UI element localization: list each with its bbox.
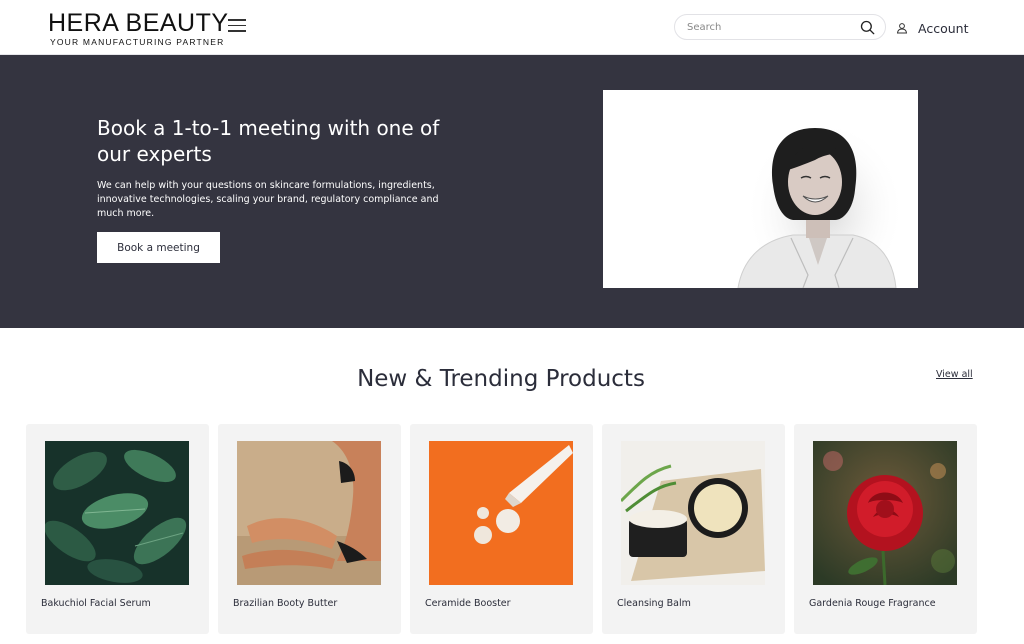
section-title: New & Trending Products [357, 366, 645, 392]
hero-title: Book a 1-to-1 meeting with one of our ex… [97, 116, 440, 166]
product-name[interactable]: Bakuchiol Facial Serum [41, 598, 151, 609]
product-image-beach[interactable] [237, 441, 381, 585]
product-card[interactable]: Ceramide Booster [410, 424, 593, 634]
product-name[interactable]: Gardenia Rouge Fragrance [809, 598, 936, 609]
hamburger-menu-icon[interactable] [228, 19, 246, 35]
search-input[interactable] [685, 19, 845, 36]
logo-tagline: YOUR MANUFACTURING PARTNER [50, 37, 225, 47]
product-image-leaves[interactable] [45, 441, 189, 585]
product-card[interactable]: Bakuchiol Facial Serum [26, 424, 209, 634]
user-icon [896, 23, 908, 34]
product-image-balm-jars[interactable] [621, 441, 765, 585]
account-link[interactable]: Account [896, 18, 968, 38]
account-label: Account [918, 20, 969, 36]
product-card[interactable]: Gardenia Rouge Fragrance [794, 424, 977, 634]
expert-photo [603, 90, 918, 288]
product-name[interactable]: Brazilian Booty Butter [233, 598, 337, 609]
logo[interactable]: HERA BEAUTY YOUR MANUFACTURING PARTNER [48, 10, 229, 47]
hero-description: We can help with your questions on skinc… [97, 180, 439, 219]
search-icon[interactable] [860, 20, 875, 35]
product-card[interactable]: Cleansing Balm [602, 424, 785, 634]
site-header: HERA BEAUTY YOUR MANUFACTURING PARTNER A… [0, 0, 1024, 55]
logo-title: HERA BEAUTY [48, 9, 229, 37]
book-meeting-button[interactable]: Book a meeting [97, 232, 220, 263]
search-bar [674, 14, 886, 40]
product-image-cream-dots[interactable] [429, 441, 573, 585]
product-name[interactable]: Ceramide Booster [425, 598, 511, 609]
product-card[interactable]: Brazilian Booty Butter [218, 424, 401, 634]
product-name[interactable]: Cleansing Balm [617, 598, 691, 609]
view-all-link[interactable]: View all [936, 369, 973, 380]
hero-banner: Book a 1-to-1 meeting with one of our ex… [0, 55, 1024, 328]
product-image-red-rose[interactable] [813, 441, 957, 585]
